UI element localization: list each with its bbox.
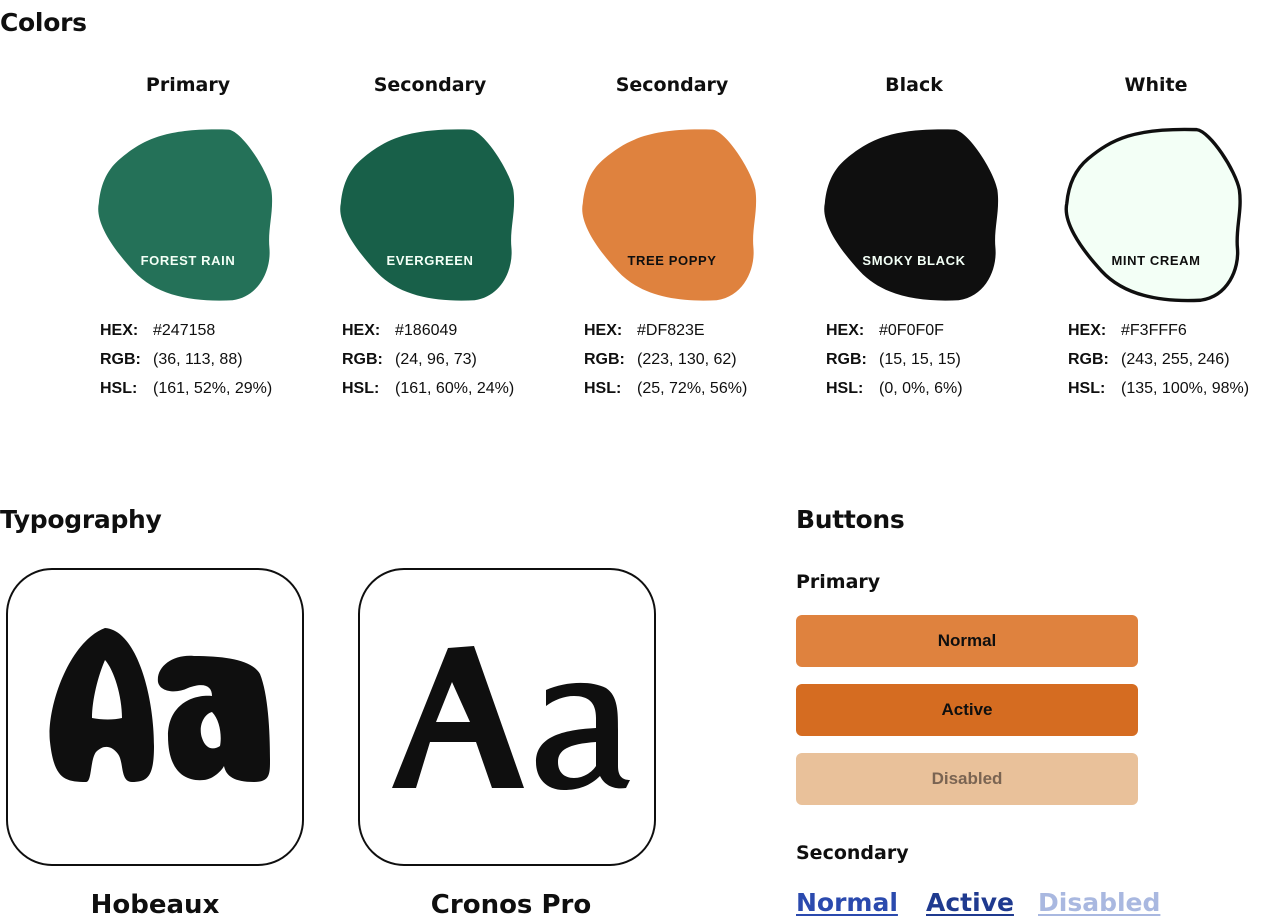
colors-heading: Colors xyxy=(0,8,87,37)
hsl-key: HSL: xyxy=(342,379,380,397)
rgb-key: RGB: xyxy=(584,350,625,368)
swatch-role-label: Secondary xyxy=(615,74,729,96)
color-blob-shape xyxy=(824,129,999,301)
hsl-value: (161, 60%, 24%) xyxy=(395,379,515,397)
hobeaux-capital-a xyxy=(49,628,155,782)
hex-value: #F3FFF6 xyxy=(1121,321,1187,339)
hsl-row: HSL: (25, 72%, 56%) xyxy=(584,374,814,403)
hex-row: HEX: #247158 xyxy=(100,316,330,345)
color-blob-shape xyxy=(1064,127,1242,303)
color-spec: HEX: #247158 RGB: (36, 113, 88) HSL: (161, 52… xyxy=(100,316,330,403)
hsl-key: HSL: xyxy=(100,379,138,397)
hex-value: #247158 xyxy=(153,321,216,339)
rgb-value: (24, 96, 73) xyxy=(395,350,477,368)
swatch-role-label: Secondary xyxy=(373,74,487,96)
rgb-row: RGB: (243, 255, 246) xyxy=(1068,345,1264,374)
hobeaux-font-name: Hobeaux xyxy=(90,890,220,920)
secondary-buttons-label: Secondary xyxy=(796,842,909,864)
cronos-aa-glyph xyxy=(392,646,630,790)
hex-value: #186049 xyxy=(395,321,458,339)
color-name: MINT CREAM xyxy=(1111,253,1201,268)
hex-key: HEX: xyxy=(584,321,623,339)
color-name: FOREST RAIN xyxy=(140,253,236,268)
buttons-heading: Buttons xyxy=(796,505,905,534)
hsl-value: (161, 52%, 29%) xyxy=(153,379,273,397)
hsl-row: HSL: (135, 100%, 98%) xyxy=(1068,374,1264,403)
color-spec: HEX: #F3FFF6 RGB: (243, 255, 246) HSL: (135, … xyxy=(1068,316,1264,403)
hex-row: HEX: #186049 xyxy=(342,316,572,345)
hsl-row: HSL: (161, 52%, 29%) xyxy=(100,374,330,403)
rgb-row: RGB: (223, 130, 62) xyxy=(584,345,814,374)
rgb-key: RGB: xyxy=(826,350,867,368)
hex-row: HEX: #F3FFF6 xyxy=(1068,316,1264,345)
swatch-role-label: Primary xyxy=(145,74,231,96)
hsl-key: HSL: xyxy=(584,379,622,397)
hex-key: HEX: xyxy=(342,321,381,339)
color-name: EVERGREEN xyxy=(386,253,474,268)
color-spec: HEX: #0F0F0F RGB: (15, 15, 15) HSL: (0, 0%, 6… xyxy=(826,316,1056,403)
secondary-active-link[interactable]: Active xyxy=(926,887,1014,919)
hsl-value: (135, 100%, 98%) xyxy=(1121,379,1250,397)
hsl-row: HSL: (0, 0%, 6%) xyxy=(826,374,1056,403)
cronos-pro-font-name: Cronos Pro xyxy=(430,890,592,920)
swatch-role-label: White xyxy=(1124,74,1188,96)
rgb-value: (36, 113, 88) xyxy=(153,350,243,368)
color-blob xyxy=(1064,127,1242,303)
color-blob-shape xyxy=(98,129,273,301)
cronos-pro-specimen-card xyxy=(358,568,656,866)
secondary-disabled-link: Disabled xyxy=(1038,888,1161,917)
hobeaux-small-a xyxy=(157,655,270,782)
hobeaux-aa-glyph xyxy=(49,628,270,782)
primary-disabled-button: Disabled xyxy=(796,753,1138,805)
color-blob xyxy=(582,129,757,301)
color-spec: HEX: #DF823E RGB: (223, 130, 62) HSL: (25, 72… xyxy=(584,316,814,403)
hex-value: #DF823E xyxy=(637,321,705,339)
cronos-capital-a xyxy=(392,646,524,788)
color-name: TREE POPPY xyxy=(627,253,717,268)
hex-value: #0F0F0F xyxy=(879,321,944,339)
hsl-key: HSL: xyxy=(1068,379,1106,397)
primary-normal-button[interactable]: Normal xyxy=(796,615,1138,667)
typography-heading: Typography xyxy=(0,505,162,534)
rgb-row: RGB: (24, 96, 73) xyxy=(342,345,572,374)
primary-active-button[interactable]: Active xyxy=(796,684,1138,736)
hsl-value: (25, 72%, 56%) xyxy=(637,379,748,397)
cronos-small-a xyxy=(536,682,630,790)
swatch-role-label: Black xyxy=(885,74,943,96)
color-spec: HEX: #186049 RGB: (24, 96, 73) HSL: (161, 60%… xyxy=(342,316,572,403)
hex-key: HEX: xyxy=(100,321,139,339)
rgb-key: RGB: xyxy=(1068,350,1109,368)
color-blob xyxy=(824,129,999,301)
rgb-row: RGB: (36, 113, 88) xyxy=(100,345,330,374)
color-name: SMOKY BLACK xyxy=(862,253,966,268)
secondary-normal-link[interactable]: Normal xyxy=(796,887,898,919)
hsl-key: HSL: xyxy=(826,379,864,397)
color-blob-shape xyxy=(582,129,757,301)
hex-key: HEX: xyxy=(826,321,865,339)
color-blob xyxy=(340,129,515,301)
rgb-value: (15, 15, 15) xyxy=(879,350,961,368)
rgb-row: RGB: (15, 15, 15) xyxy=(826,345,1056,374)
hobeaux-specimen-card xyxy=(6,568,304,866)
color-blob xyxy=(98,129,273,301)
hex-row: HEX: #DF823E xyxy=(584,316,814,345)
hex-row: HEX: #0F0F0F xyxy=(826,316,1056,345)
primary-buttons-label: Primary xyxy=(796,571,881,593)
hsl-value: (0, 0%, 6%) xyxy=(879,379,963,397)
rgb-value: (223, 130, 62) xyxy=(637,350,737,368)
hex-key: HEX: xyxy=(1068,321,1107,339)
rgb-key: RGB: xyxy=(100,350,141,368)
rgb-key: RGB: xyxy=(342,350,383,368)
hsl-row: HSL: (161, 60%, 24%) xyxy=(342,374,572,403)
rgb-value: (243, 255, 246) xyxy=(1121,350,1230,368)
color-blob-shape xyxy=(340,129,515,301)
